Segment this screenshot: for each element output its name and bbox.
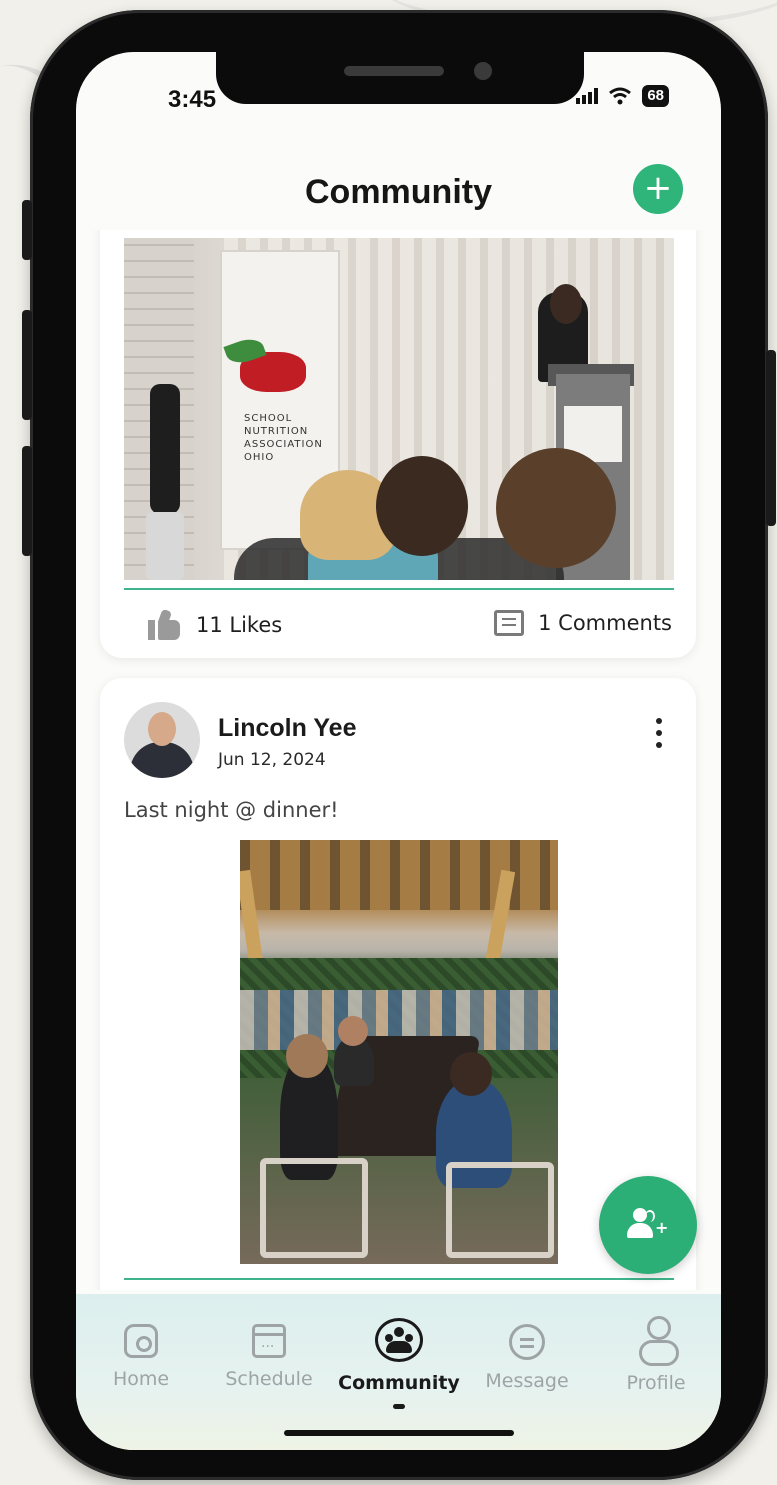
tab-label: Community <box>338 1372 460 1394</box>
status-indicators: 68 <box>576 85 669 107</box>
tab-message[interactable]: Message <box>462 1324 592 1392</box>
earpiece <box>344 66 444 76</box>
volume-up-button <box>22 310 32 420</box>
tab-label: Home <box>112 1368 170 1390</box>
home-indicator[interactable] <box>284 1430 514 1436</box>
avatar[interactable] <box>124 702 200 778</box>
status-time: 3:45 <box>168 86 217 113</box>
profile-icon <box>639 1316 679 1366</box>
comments-button[interactable]: 1 Comments <box>494 610 672 636</box>
diner-head <box>450 1052 492 1096</box>
audience-head <box>376 456 468 556</box>
post-image[interactable]: SCHOOL NUTRITION ASSOCIATION OHIO <box>124 238 674 580</box>
message-icon <box>509 1324 545 1360</box>
banner-line: SCHOOL <box>244 413 293 424</box>
like-button[interactable]: 11 Likes <box>148 608 283 640</box>
post-image[interactable] <box>240 840 558 1264</box>
post-feed[interactable]: SCHOOL NUTRITION ASSOCIATION OHIO 11 Lik… <box>76 230 721 1290</box>
bottom-tab-bar: Home Schedule Community Message Profile <box>76 1294 721 1450</box>
post-date: Jun 12, 2024 <box>218 750 326 770</box>
diner-head <box>338 1016 368 1046</box>
diner-head <box>286 1034 328 1078</box>
patio-chair <box>446 1162 554 1258</box>
banner-line: ASSOCIATION <box>244 439 323 450</box>
comments-count: 1 Comments <box>538 611 672 635</box>
avatar-suit <box>130 742 194 778</box>
post-text: Last night @ dinner! <box>124 798 339 822</box>
speaker-head <box>550 284 582 324</box>
front-camera <box>474 62 492 80</box>
avatar-face <box>148 712 176 746</box>
volume-down-button <box>22 446 32 556</box>
likes-count: 11 Likes <box>196 613 283 637</box>
more-options-icon[interactable] <box>656 718 664 748</box>
power-button <box>766 350 776 526</box>
post-card: SCHOOL NUTRITION ASSOCIATION OHIO 11 Lik… <box>100 230 696 658</box>
page-header: Community + <box>76 152 721 232</box>
tab-community[interactable]: Community <box>334 1318 464 1394</box>
tab-home[interactable]: Home <box>76 1324 206 1390</box>
tab-label: Schedule <box>225 1368 313 1390</box>
mute-switch <box>22 200 32 260</box>
card-divider <box>124 1278 674 1280</box>
patio-chair <box>260 1158 368 1258</box>
battery-indicator: 68 <box>642 85 669 107</box>
banner-line: NUTRITION <box>244 426 309 437</box>
phone-screen: 3:45 68 Community + SCHOOL NUTRITION ASS… <box>76 52 721 1450</box>
audience-head <box>496 448 616 568</box>
tab-label: Message <box>485 1370 569 1392</box>
tab-label: Profile <box>626 1372 686 1394</box>
add-post-button[interactable]: + <box>633 164 683 214</box>
community-icon <box>375 1318 423 1362</box>
page-title: Community <box>305 172 492 211</box>
tab-profile[interactable]: Profile <box>591 1316 721 1394</box>
calendar-icon <box>252 1324 286 1358</box>
signal-icon <box>576 88 599 104</box>
active-tab-indicator <box>393 1404 405 1409</box>
tab-schedule[interactable]: Schedule <box>204 1324 334 1390</box>
home-icon <box>124 1324 158 1358</box>
banner-line: OHIO <box>244 452 275 463</box>
wifi-icon <box>609 87 632 105</box>
banner-text: SCHOOL NUTRITION ASSOCIATION OHIO <box>244 412 334 464</box>
add-user-icon: + <box>627 1208 669 1240</box>
plus-icon: + <box>643 168 673 208</box>
fan-stand <box>146 512 184 580</box>
comment-icon <box>494 610 525 636</box>
notch <box>216 52 584 104</box>
tower-fan <box>150 384 180 514</box>
post-author[interactable]: Lincoln Yee <box>218 714 356 743</box>
add-friend-fab[interactable]: + <box>599 1176 697 1274</box>
card-divider <box>124 588 674 590</box>
thumbs-up-icon <box>148 608 182 640</box>
